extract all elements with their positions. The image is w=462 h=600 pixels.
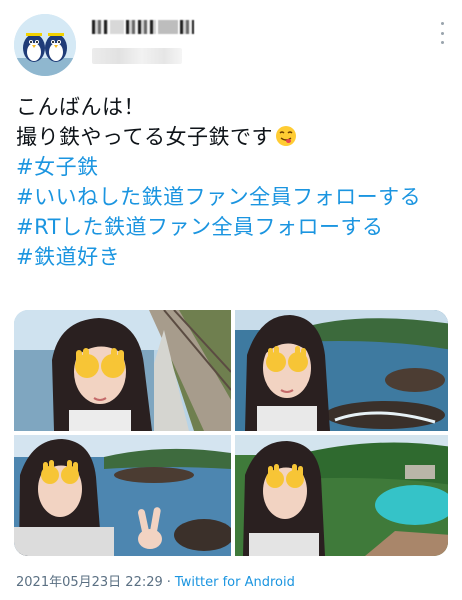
photo-railway-selfie [14,310,231,431]
more-dot [440,22,444,25]
photo-lagoon-selfie [235,435,448,556]
display-name-redacted [180,20,194,34]
penguin-avatar-icon [14,14,76,76]
photo-coast-selfie [235,310,448,431]
display-name-redacted [158,20,178,34]
more-vertical-icon[interactable] [436,22,448,44]
tweet-photo[interactable] [14,435,231,556]
more-dot [440,41,444,44]
display-name-redacted [126,20,156,34]
hashtag-link[interactable]: #女子鉄 [16,152,456,182]
tweet-photo[interactable] [235,435,448,556]
tweet-source-link[interactable]: Twitter for Android [175,575,295,590]
display-name[interactable] [92,20,194,34]
tweet-photo[interactable] [14,310,231,431]
tweet-meta: 2021年05月23日 22:29 · Twitter for Android [16,571,295,590]
smiling-face-tongue-icon [275,126,296,146]
hashtag-link[interactable]: #鉄道好き [16,242,456,272]
hashtag-link[interactable]: #RTした鉄道ファン全員フォローする [16,212,456,242]
photo-peace-selfie [14,435,231,556]
tweet-line-with-emoji: 撮り鉄やってる女子鉄です [16,122,456,152]
tweet-line: こんばんは！ [16,95,145,119]
display-name-redacted [92,20,108,34]
avatar[interactable] [14,14,76,76]
meta-separator: · [166,575,171,590]
hashtag-link[interactable]: #いいねした鉄道ファン全員フォローする [16,182,456,212]
display-name-redacted [110,20,124,34]
more-dot [440,31,444,35]
tweet-text: こんばんは！ 撮り鉄やってる女子鉄です #女子鉄 #いいねした鉄道ファン全員フォ… [16,92,456,272]
tweet-photo[interactable] [235,310,448,431]
media-grid [14,310,448,556]
tweet-line: 撮り鉄やってる女子鉄です [16,125,273,149]
user-handle-redacted[interactable] [92,48,182,64]
tweet-timestamp[interactable]: 2021年05月23日 22:29 [16,575,163,590]
